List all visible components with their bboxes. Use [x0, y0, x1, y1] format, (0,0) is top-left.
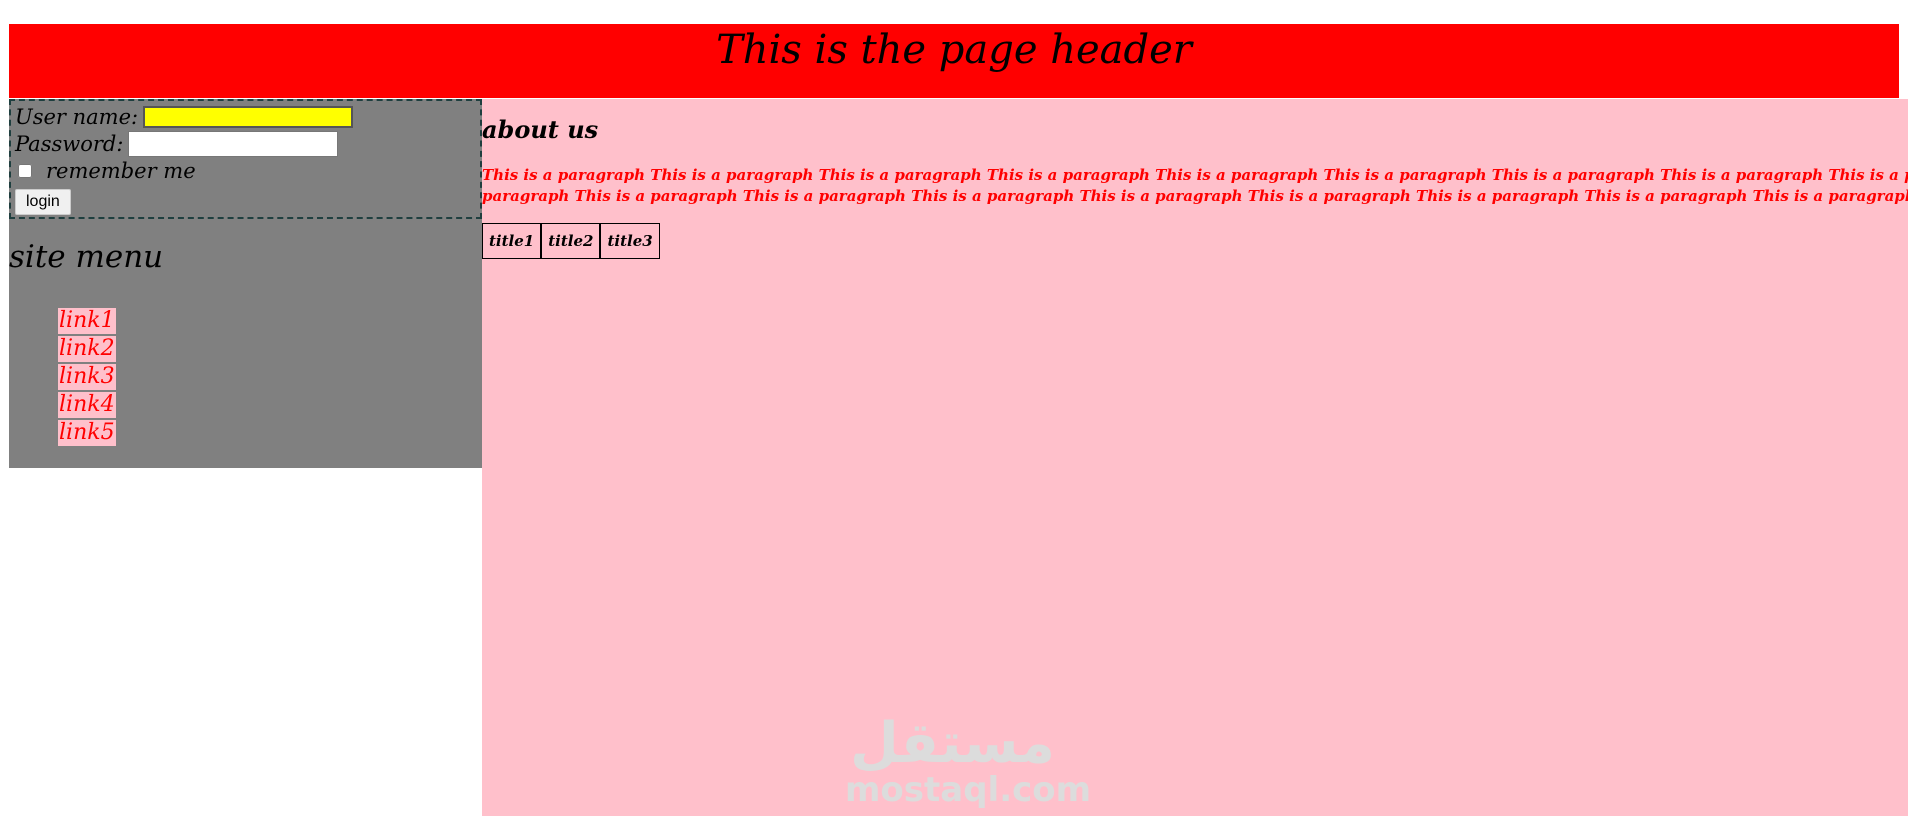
titles-table: title1 title2 title3	[482, 223, 660, 259]
table-header-cell: title1	[482, 223, 542, 259]
about-us-paragraph: This is a paragraph This is a paragraph …	[482, 166, 1908, 205]
menu-item: link1	[58, 308, 116, 336]
menu-link-3[interactable]: link3	[58, 364, 116, 390]
username-row: User name:	[15, 103, 480, 130]
login-form: User name: Password: remember me login	[9, 99, 482, 219]
remember-row: remember me	[15, 157, 480, 184]
page-title: This is the page header	[716, 27, 1192, 73]
password-row: Password:	[15, 130, 480, 157]
menu-link-2[interactable]: link2	[58, 336, 116, 362]
menu-item: link3	[58, 364, 116, 392]
menu-item: link5	[58, 420, 116, 448]
remember-me-label: remember me	[46, 158, 196, 183]
login-button[interactable]: login	[15, 189, 71, 215]
sidebar: User name: Password: remember me login s…	[9, 99, 482, 468]
about-us-heading: about us	[482, 115, 599, 144]
menu-item: link2	[58, 336, 116, 364]
page-header: This is the page header	[9, 24, 1899, 98]
table-header-row: title1 title2 title3	[482, 223, 660, 259]
table-header-cell: title2	[541, 223, 601, 259]
username-label: User name:	[15, 104, 139, 129]
menu-item: link4	[58, 392, 116, 420]
remember-me-checkbox[interactable]	[18, 163, 32, 178]
menu-link-4[interactable]: link4	[58, 392, 116, 418]
menu-link-5[interactable]: link5	[58, 420, 116, 446]
password-label: Password:	[15, 131, 124, 156]
username-input[interactable]	[143, 105, 354, 128]
table-header-cell: title3	[600, 223, 660, 259]
menu-link-1[interactable]: link1	[58, 308, 116, 334]
main-content: about us This is a paragraph This is a p…	[482, 99, 1908, 816]
password-input[interactable]	[128, 130, 339, 157]
site-menu-heading: site menu	[9, 239, 164, 275]
site-menu-list: link1 link2 link3 link4 link5	[58, 308, 116, 448]
